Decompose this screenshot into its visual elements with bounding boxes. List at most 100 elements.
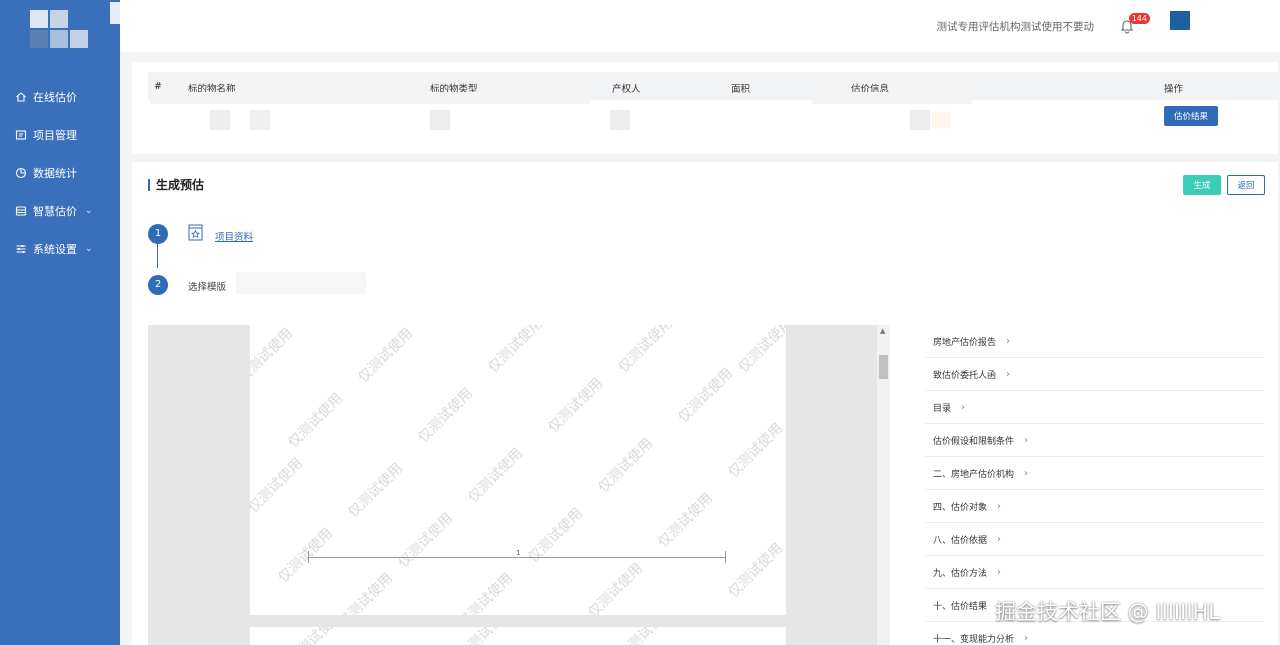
step-2-label: 选择模版 [188, 282, 227, 293]
redacted-cell [250, 110, 270, 130]
outline-item[interactable]: 二、房地产估价机构 › [925, 457, 1265, 490]
scroll-up-icon[interactable]: ▲ [880, 327, 885, 335]
pie-chart-icon [15, 167, 27, 179]
watermark-text: 仅测试使用 [283, 627, 347, 645]
asset-table: # 标的物名称 标的物类型 产权人 面积 估价信息 操作 估价结果 [132, 62, 1278, 154]
outline-item-label: 八、估价依据 [933, 535, 988, 546]
redacted-cell [610, 110, 630, 130]
watermark-text: 仅测试使用 [455, 570, 517, 615]
scroll-thumb[interactable] [879, 355, 888, 379]
step-1-link[interactable]: 项目资料 [215, 229, 253, 243]
sidebar-item-label: 系统设置 [33, 243, 77, 256]
watermark-layer: 仅测试使用 仅测试使用 仅测试使用 [250, 627, 786, 645]
page-rule-tick [725, 551, 726, 563]
watermark-text: 仅测试使用 [725, 540, 786, 602]
sliders-icon [16, 245, 26, 253]
watermark-text: 仅测试使用 [345, 460, 407, 522]
column-header-owner: 产权人 [612, 84, 641, 95]
outline-item[interactable]: 八、估价依据 › [925, 523, 1265, 556]
column-header-action: 操作 [1164, 84, 1184, 95]
chevron-right-icon: › [997, 566, 1002, 578]
chevron-right-icon: › [997, 500, 1002, 512]
sidebar-item-label: 智慧估价 [33, 205, 77, 218]
sidebar-item-label: 数据统计 [33, 167, 77, 180]
notification-badge: 144 [1128, 13, 1150, 24]
top-bar: 测试专用评估机构测试使用不要动 144 [120, 0, 1280, 52]
outline-item-label: 十、估价结果 [933, 601, 988, 612]
redacted-cell [210, 110, 230, 130]
column-header-area: 面积 [731, 84, 751, 95]
page-rule [308, 557, 726, 558]
watermark-text: 仅测试使用 [615, 325, 677, 377]
redacted-cell [150, 92, 590, 104]
outline-item[interactable]: 房地产估价报告 › [925, 325, 1265, 358]
preview-page: 仅测试使用 仅测试使用 仅测试使用 仅测试使用 仅测试使用 仅测试使用 仅测试使… [250, 325, 786, 615]
watermark-text: 仅测试使用 [465, 445, 527, 507]
sidebar-item-statistics[interactable]: 数据统计 [0, 154, 120, 192]
outline-item[interactable]: 目录 › [925, 391, 1265, 424]
logo [28, 2, 130, 52]
watermark-text: 仅测试使用 [485, 325, 547, 377]
outline-item-label: 致估价委托人函 [933, 370, 997, 381]
sidebar-item-project-management[interactable]: 项目管理 [0, 116, 120, 154]
chevron-down-icon: ⌄ [85, 244, 93, 254]
chevron-right-icon: › [961, 401, 966, 413]
valuation-result-button[interactable]: 估价结果 [1164, 106, 1218, 126]
template-select[interactable] [236, 272, 366, 294]
generate-button[interactable]: 生成 [1183, 175, 1221, 195]
outline-item[interactable]: 九、估价方法 › [925, 556, 1265, 589]
watermark-text: 仅测试使用 [395, 510, 457, 572]
sidebar-item-system-settings[interactable]: 系统设置 ⌄ [0, 230, 120, 268]
watermark-text: 仅测试使用 [613, 627, 677, 645]
generate-estimate-panel: 生成预估 生成 返回 1 项目资料 2 选择模版 仅测试使用 仅测试使用 仅测试… [132, 162, 1278, 645]
chevron-right-icon: › [997, 533, 1002, 545]
redacted-cell [910, 110, 930, 130]
document-preview[interactable]: 仅测试使用 仅测试使用 仅测试使用 仅测试使用 仅测试使用 仅测试使用 仅测试使… [148, 325, 890, 645]
preview-page: 仅测试使用 仅测试使用 仅测试使用 [250, 627, 786, 645]
outline-item-label: 目录 [933, 403, 952, 414]
watermark-text: 仅测试使用 [250, 325, 297, 387]
database-icon [15, 206, 27, 216]
watermark-text: 仅测试使用 [453, 627, 517, 645]
outline-item-label: 二、房地产估价机构 [933, 469, 1015, 480]
chevron-right-icon: › [1006, 335, 1011, 347]
source-credit: 掘金技术社区 @ IIIIIIHL [995, 600, 1221, 624]
watermark-text: 仅测试使用 [545, 375, 607, 437]
chevron-right-icon: › [1006, 368, 1011, 380]
outline-item-label: 四、估价对象 [933, 502, 988, 513]
document-star-icon [188, 224, 203, 241]
watermark-text: 仅测试使用 [675, 365, 737, 427]
sidebar-item-label: 项目管理 [33, 129, 77, 142]
outline-item[interactable]: 估价假设和限制条件 › [925, 424, 1265, 457]
chevron-down-icon: ⌄ [85, 206, 93, 216]
step-connector [157, 244, 158, 268]
org-name: 测试专用评估机构测试使用不要动 [936, 21, 1095, 33]
redacted-cell [430, 110, 450, 130]
outline-item[interactable]: 致估价委托人函 › [925, 358, 1265, 391]
step-1-indicator: 1 [148, 224, 168, 244]
sidebar-nav: 在线估价 项目管理 数据统计 智慧估价 ⌄ 系统设置 ⌄ [0, 78, 120, 268]
sidebar-item-online-valuation[interactable]: 在线估价 [0, 78, 120, 116]
avatar[interactable] [1170, 11, 1190, 30]
outline-item-label: 九、估价方法 [933, 568, 988, 579]
watermark-text: 仅测试使用 [275, 525, 337, 587]
back-button[interactable]: 返回 [1227, 175, 1265, 195]
outline-item[interactable]: 四、估价对象 › [925, 490, 1265, 523]
sidebar-item-smart-valuation[interactable]: 智慧估价 ⌄ [0, 192, 120, 230]
chevron-right-icon: › [1024, 434, 1029, 446]
page-number: 1 [516, 549, 521, 557]
watermark-text: 仅测试使用 [415, 385, 477, 447]
watermark-text: 仅测试使用 [655, 490, 717, 552]
watermark-text: 仅测试使用 [250, 455, 307, 517]
chevron-right-icon: › [1024, 632, 1029, 644]
watermark-text: 仅测试使用 [285, 390, 347, 452]
home-icon [16, 92, 26, 102]
outline-item-label: 十一、变现能力分析 [933, 634, 1015, 645]
preview-scrollbar[interactable]: ▲ [877, 325, 890, 645]
page-title: 生成预估 [148, 179, 204, 191]
chevron-right-icon: › [1024, 467, 1029, 479]
sidebar-item-label: 在线估价 [33, 91, 77, 104]
watermark-text: 仅测试使用 [355, 325, 417, 387]
watermark-layer: 仅测试使用 仅测试使用 仅测试使用 仅测试使用 仅测试使用 仅测试使用 仅测试使… [250, 325, 786, 615]
watermark-text: 仅测试使用 [595, 435, 657, 497]
